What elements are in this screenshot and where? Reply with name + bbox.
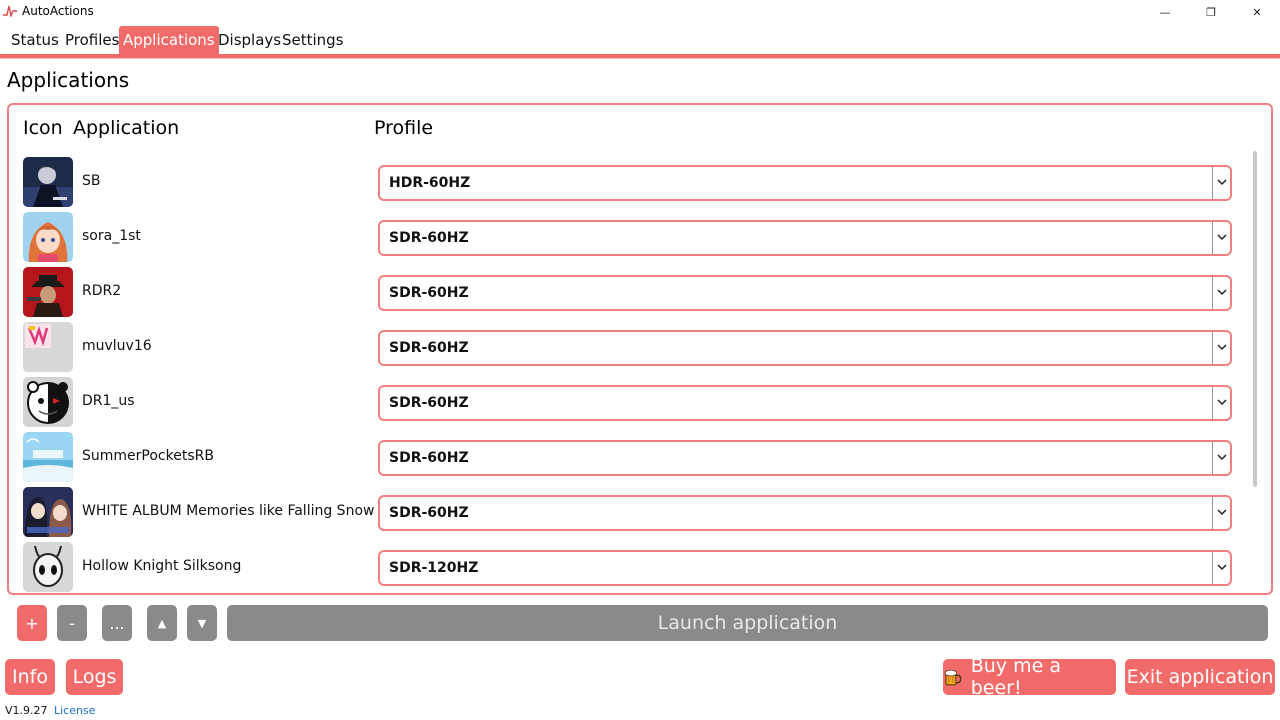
chevron-down-icon: [1217, 234, 1227, 241]
license-link[interactable]: License: [54, 704, 95, 717]
application-name: WHITE ALBUM Memories like Falling Snow: [82, 503, 375, 519]
profile-select-value: HDR-60HZ: [389, 175, 471, 191]
profile-select[interactable]: SDR-60HZ: [378, 220, 1232, 256]
move-up-button[interactable]: ▲: [147, 605, 177, 641]
close-icon: ✕: [1252, 5, 1262, 19]
application-row[interactable]: DR1_us SDR-60HZ: [9, 377, 1249, 432]
application-name: muvluv16: [82, 338, 152, 354]
rdr2-game-icon: [23, 267, 73, 317]
beer-mug-icon: [944, 669, 962, 686]
triangle-down-icon: ▼: [197, 616, 207, 630]
profile-select-value: SDR-60HZ: [389, 285, 469, 301]
profile-select-value: SDR-60HZ: [389, 395, 469, 411]
profile-select-divider: [1212, 332, 1213, 364]
muvluv-game-icon: [23, 322, 73, 372]
tab-displays[interactable]: Displays: [214, 26, 285, 54]
add-application-button[interactable]: +: [17, 605, 47, 641]
buy-me-a-beer-button[interactable]: Buy me a beer!: [943, 655, 1116, 699]
logs-button[interactable]: Logs: [66, 659, 123, 695]
profile-select[interactable]: HDR-60HZ: [378, 165, 1232, 201]
application-row[interactable]: muvluv16 SDR-60HZ: [9, 322, 1249, 377]
chevron-down-icon: [1217, 344, 1227, 351]
sb-game-icon: [23, 157, 73, 207]
profile-select-divider: [1212, 442, 1213, 474]
column-header-profile: Profile: [374, 117, 434, 139]
chevron-down-icon: [1217, 179, 1227, 186]
exit-application-button[interactable]: Exit application: [1125, 659, 1275, 695]
chevron-down-icon: [1217, 399, 1227, 406]
tab-applications[interactable]: Applications: [119, 26, 219, 54]
white-album-game-icon: [23, 487, 73, 537]
scrollbar-thumb[interactable]: [1253, 151, 1257, 487]
summer-pockets-game-icon: [23, 432, 73, 482]
triangle-up-icon: ▲: [157, 616, 167, 630]
info-button[interactable]: Info: [5, 659, 55, 695]
profile-select-value: SDR-60HZ: [389, 230, 469, 246]
profile-select[interactable]: SDR-60HZ: [378, 440, 1232, 476]
tab-profiles[interactable]: Profiles: [61, 26, 123, 54]
minimize-icon: —: [1159, 5, 1171, 19]
chevron-down-icon: [1217, 564, 1227, 571]
ellipsis-icon: ...: [109, 613, 125, 633]
minus-icon: -: [69, 613, 75, 633]
tab-settings[interactable]: Settings: [278, 26, 348, 54]
title-bar: AutoActions — ❐ ✕: [0, 0, 1280, 24]
profile-select-value: SDR-60HZ: [389, 340, 469, 356]
profile-select-divider: [1212, 387, 1213, 419]
edit-application-button[interactable]: ...: [102, 605, 132, 641]
profile-select-divider: [1212, 497, 1213, 529]
application-name: SummerPocketsRB: [82, 448, 214, 464]
page-title: Applications: [7, 68, 130, 92]
profile-select[interactable]: SDR-60HZ: [378, 495, 1232, 531]
app-logo-icon: [3, 5, 17, 17]
application-row[interactable]: RDR2 SDR-60HZ: [9, 267, 1249, 322]
chevron-down-icon: [1217, 454, 1227, 461]
application-row[interactable]: Hollow Knight Silksong SDR-120HZ: [9, 542, 1249, 593]
tab-status[interactable]: Status: [7, 26, 63, 54]
profile-select-divider: [1212, 552, 1213, 584]
plus-icon: +: [25, 613, 39, 633]
application-name: RDR2: [82, 283, 122, 299]
application-row[interactable]: WHITE ALBUM Memories like Falling Snow S…: [9, 487, 1249, 542]
column-header-application: Application: [73, 117, 180, 139]
silksong-game-icon: [23, 542, 73, 592]
tab-divider: [0, 58, 1280, 59]
minimize-button[interactable]: —: [1142, 0, 1188, 24]
profile-select[interactable]: SDR-60HZ: [378, 275, 1232, 311]
beer-button-label: Buy me a beer!: [970, 655, 1061, 699]
application-name: Hollow Knight Silksong: [82, 558, 242, 574]
profile-select-divider: [1212, 167, 1213, 199]
application-name: sora_1st: [82, 228, 141, 244]
maximize-icon: ❐: [1206, 5, 1216, 19]
tab-bar: Status Profiles Applications Displays Se…: [0, 24, 1280, 54]
application-row[interactable]: sora_1st SDR-60HZ: [9, 212, 1249, 267]
profile-select-value: SDR-120HZ: [389, 560, 479, 576]
chevron-down-icon: [1217, 509, 1227, 516]
application-name: DR1_us: [82, 393, 135, 409]
profile-select[interactable]: SDR-120HZ: [378, 550, 1232, 586]
profile-select-value: SDR-60HZ: [389, 505, 469, 521]
applications-panel: Icon Application Profile SB HDR-60HZ sor…: [7, 103, 1273, 595]
version-label: V1.9.27: [5, 704, 48, 717]
remove-application-button[interactable]: -: [57, 605, 87, 641]
profile-select[interactable]: SDR-60HZ: [378, 385, 1232, 421]
profile-select-divider: [1212, 222, 1213, 254]
application-row[interactable]: SB HDR-60HZ: [9, 157, 1249, 212]
sora-game-icon: [23, 212, 73, 262]
window-title: AutoActions: [22, 4, 94, 18]
application-name: SB: [82, 173, 101, 189]
profile-select-value: SDR-60HZ: [389, 450, 469, 466]
profile-select-divider: [1212, 277, 1213, 309]
launch-application-button[interactable]: Launch application: [227, 605, 1268, 641]
column-header-icon: Icon: [23, 117, 63, 139]
profile-select[interactable]: SDR-60HZ: [378, 330, 1232, 366]
maximize-button[interactable]: ❐: [1188, 0, 1234, 24]
application-row[interactable]: SummerPocketsRB SDR-60HZ: [9, 432, 1249, 487]
dr1-game-icon: [23, 377, 73, 427]
chevron-down-icon: [1217, 289, 1227, 296]
move-down-button[interactable]: ▼: [187, 605, 217, 641]
close-button[interactable]: ✕: [1234, 0, 1280, 24]
